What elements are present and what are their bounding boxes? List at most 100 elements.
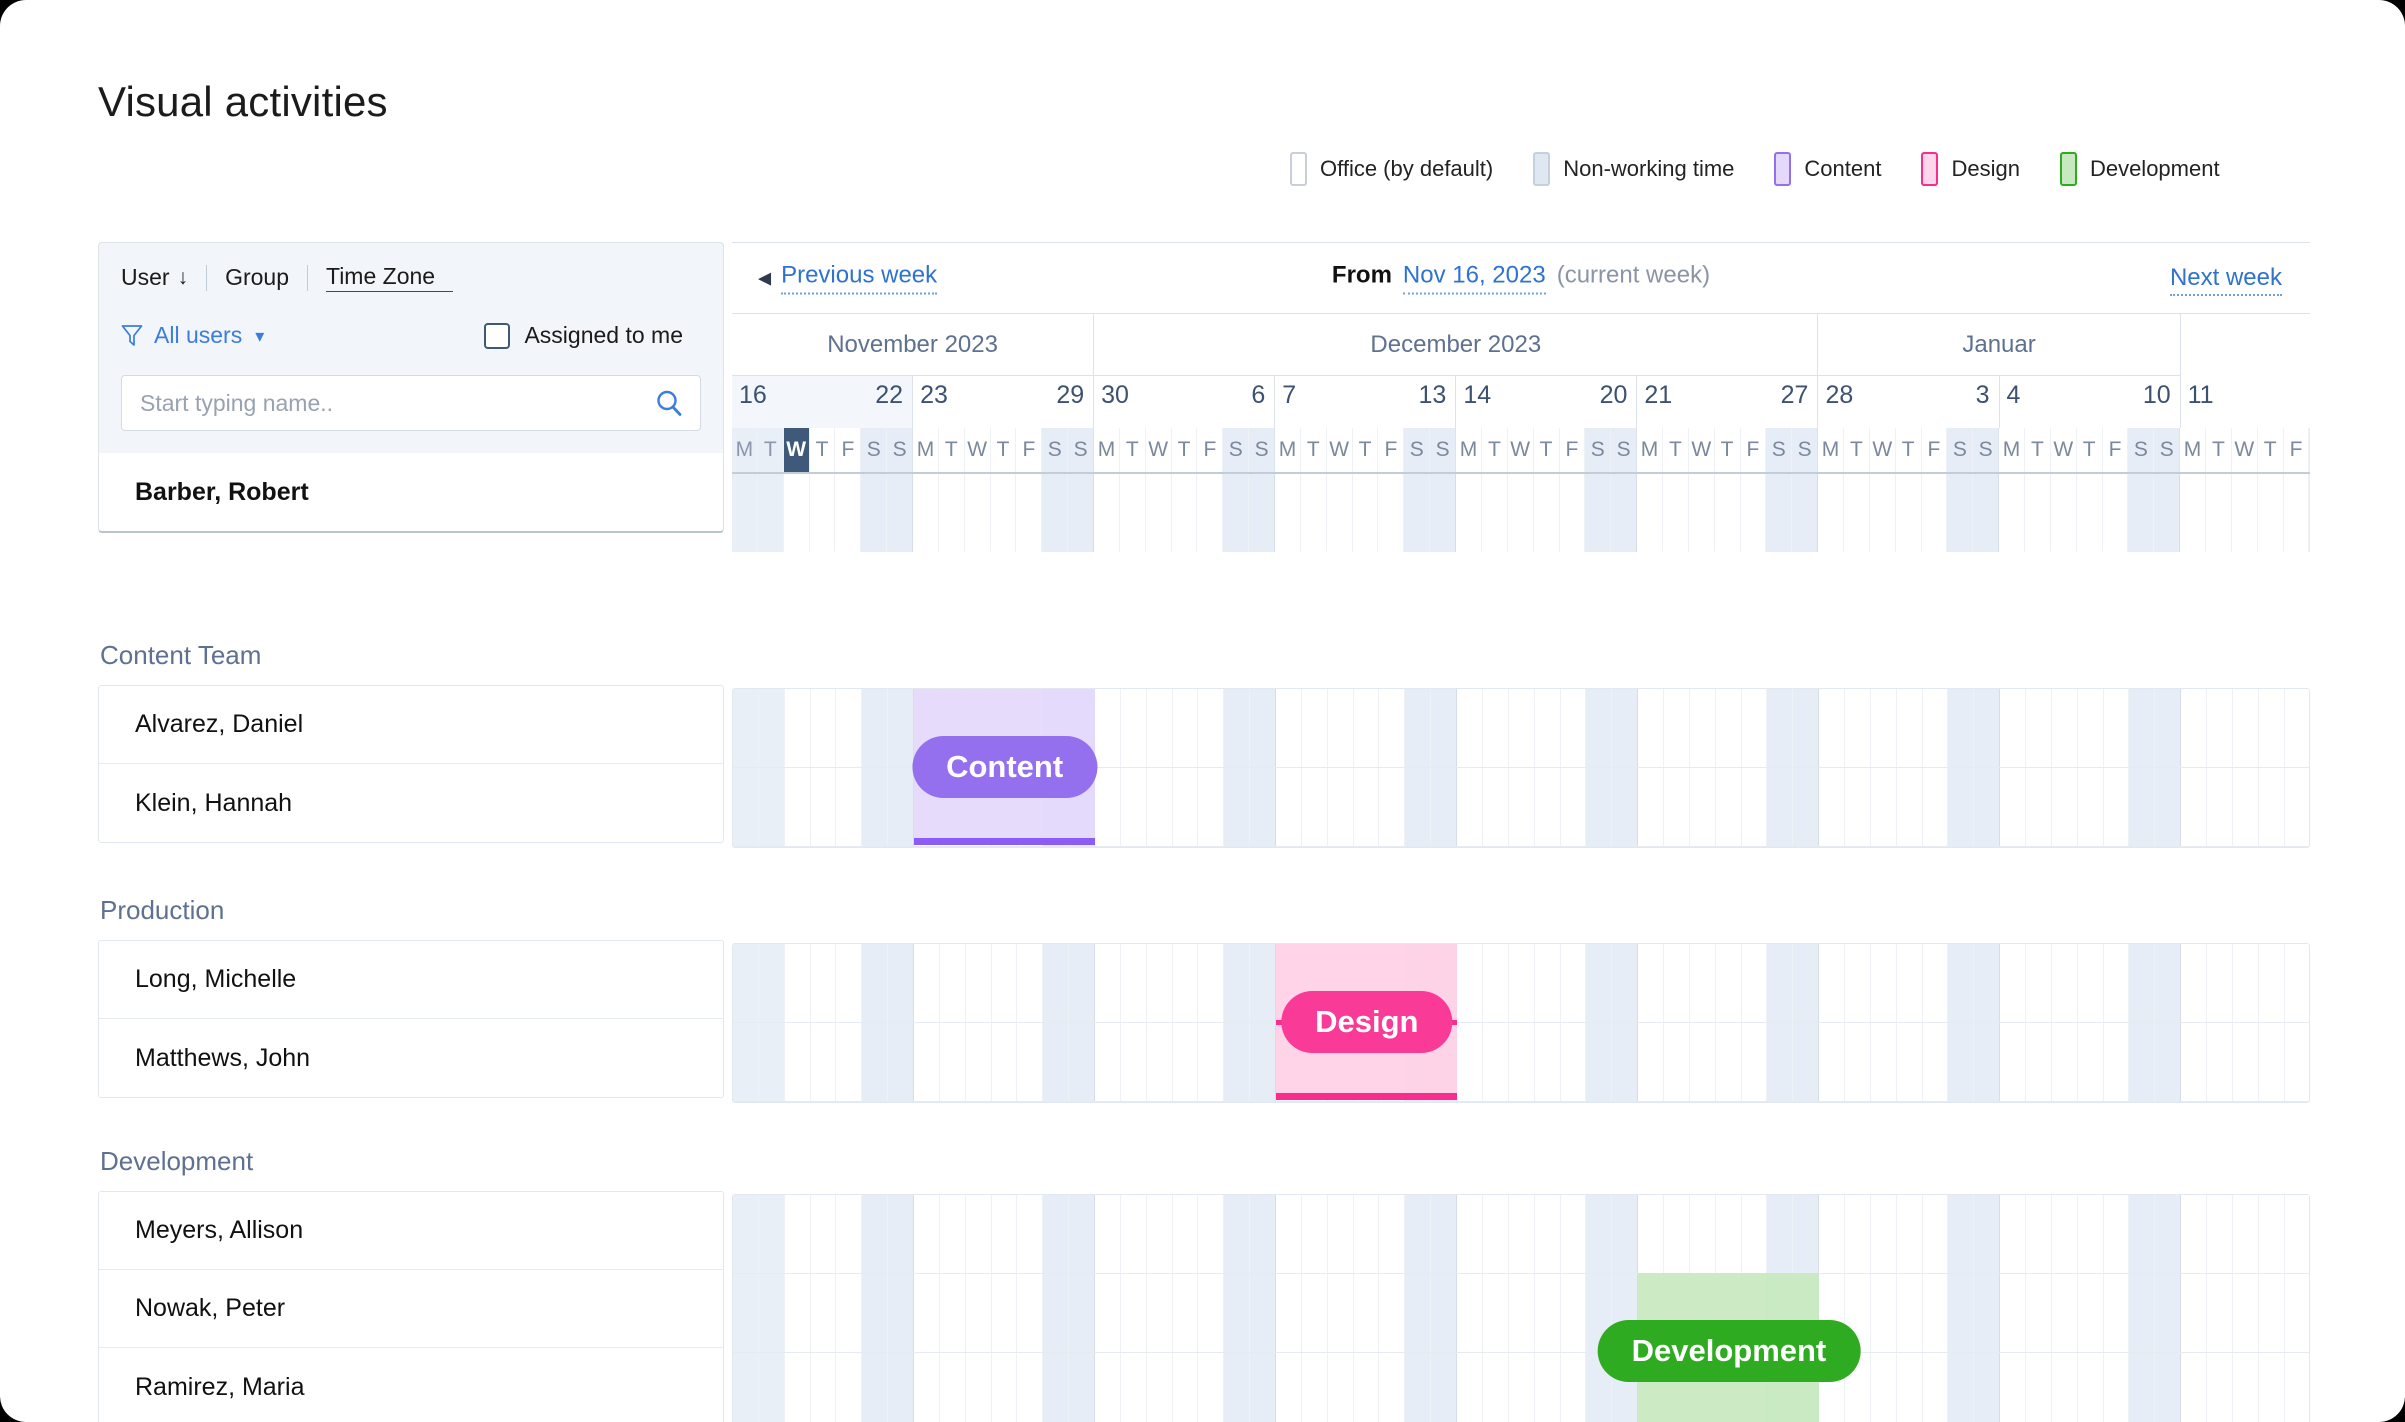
grid-cell[interactable] [2129,768,2156,846]
grid-cell[interactable] [1896,1023,1923,1101]
grid-cell[interactable] [1069,1353,1096,1422]
grid-cell[interactable] [2258,689,2285,767]
grid-cell[interactable] [2129,689,2156,767]
grid-cell[interactable] [1198,768,1225,846]
grid-cell[interactable] [1844,689,1871,767]
grid-cell[interactable] [2155,1274,2182,1352]
grid-cell[interactable] [2155,1353,2182,1422]
grid-cell[interactable] [2051,1023,2078,1101]
grid-cell[interactable] [2077,768,2104,846]
grid-cell[interactable] [1534,1274,1561,1352]
grid-cell[interactable] [2206,1195,2233,1273]
grid-cell[interactable] [2050,474,2077,552]
grid-cell[interactable] [1793,689,1820,767]
task-label-development[interactable]: Development [1597,1320,1861,1382]
grid-cell[interactable] [1740,474,1767,552]
grid-cell[interactable] [1379,1274,1406,1352]
grid-cell[interactable] [2181,1353,2207,1422]
grid-cell[interactable] [1120,1353,1147,1422]
grid-cell[interactable] [965,1195,992,1273]
grid-cell[interactable] [1224,1023,1251,1101]
grid-cell[interactable] [1948,1353,1975,1422]
grid-cell[interactable] [809,474,836,552]
grid-cell[interactable] [732,474,758,552]
grid-cell[interactable] [1689,944,1716,1022]
grid-cell[interactable] [1534,1023,1561,1101]
grid-cell[interactable] [2025,1274,2052,1352]
grid-cell[interactable] [1741,1195,1768,1273]
grid-cell[interactable] [1508,689,1535,767]
grid-cell[interactable] [1793,1195,1820,1273]
grid-cell[interactable] [1974,1195,2001,1273]
grid-cell[interactable] [1896,768,1923,846]
assigned-to-me-checkbox[interactable] [484,322,511,349]
grid-cell[interactable] [913,474,939,552]
grid-cell[interactable] [1327,1353,1354,1422]
grid-cell[interactable] [733,1195,759,1273]
grid-cell[interactable] [1430,474,1457,552]
grid-cell[interactable] [1301,1274,1328,1352]
grid-cell[interactable] [1974,1353,2001,1422]
grid-cell[interactable] [1043,1023,1070,1101]
grid-cell[interactable] [835,474,862,552]
grid-cell[interactable] [1431,1353,1458,1422]
grid-cell[interactable] [2284,689,2309,767]
grid-cell[interactable] [914,944,940,1022]
grid-cell[interactable] [1948,1274,1975,1352]
grid-cell[interactable] [1870,944,1897,1022]
grid-cell[interactable] [836,768,863,846]
legend-item-office-by-default[interactable]: Office (by default) [1290,152,1493,186]
grid-cell[interactable] [1896,689,1923,767]
grid-cell[interactable] [2181,768,2207,846]
grid-cell[interactable] [1715,768,1742,846]
grid-cell[interactable] [1405,1274,1432,1352]
grid-cell[interactable] [758,944,785,1022]
grid-cell[interactable] [1405,1195,1432,1273]
grid-cell[interactable] [1276,1353,1302,1422]
grid-cell[interactable] [1069,1023,1096,1101]
grid-cell[interactable] [1069,1195,1096,1273]
grid-cell[interactable] [1638,1023,1664,1101]
grid-cell[interactable] [1405,768,1432,846]
grid-cell[interactable] [1300,474,1327,552]
grid-cell[interactable] [1870,1274,1897,1352]
grid-cell[interactable] [1689,768,1716,846]
grid-cell[interactable] [1197,474,1224,552]
grid-cell[interactable] [733,1353,759,1422]
grid-cell[interactable] [1172,768,1199,846]
grid-cell[interactable] [1638,768,1664,846]
grid-cell[interactable] [991,1274,1018,1352]
grid-cell[interactable] [1301,1195,1328,1273]
list-item[interactable]: Barber, Robert [99,453,723,531]
grid-cell[interactable] [862,1274,889,1352]
grid-cell[interactable] [2206,1353,2233,1422]
grid-cell[interactable] [810,1274,837,1352]
grid-cell[interactable] [758,1353,785,1422]
grid-cell[interactable] [2155,1023,2182,1101]
grid-cell[interactable] [733,1023,759,1101]
search-icon[interactable] [654,388,684,418]
grid-cell[interactable] [2232,768,2259,846]
grid-cell[interactable] [1611,474,1638,552]
grid-cell[interactable] [1921,474,1948,552]
grid-cell[interactable] [862,944,889,1022]
grid-cell[interactable] [1922,944,1949,1022]
grid-cell[interactable] [888,1353,915,1422]
grid-cell[interactable] [862,689,889,767]
grid-cell[interactable] [2103,1353,2130,1422]
grid-cell[interactable] [1353,1274,1380,1352]
grid-cell[interactable] [1585,474,1612,552]
grid-cell[interactable] [1275,474,1301,552]
grid-cell[interactable] [1017,944,1044,1022]
grid-cell[interactable] [1948,768,1975,846]
grid-cell[interactable] [1017,1274,1044,1352]
grid-cell[interactable] [2077,1023,2104,1101]
grid-cell[interactable] [1638,689,1664,767]
grid-cell[interactable] [2077,689,2104,767]
sort-tab-time-zone[interactable]: Time Zone [326,263,454,292]
grid-cell[interactable] [938,474,965,552]
grid-cell[interactable] [1095,944,1121,1022]
grid-cell[interactable] [1819,1195,1845,1273]
grid-cell[interactable] [2309,474,2310,552]
grid-cell[interactable] [1043,1353,1070,1422]
